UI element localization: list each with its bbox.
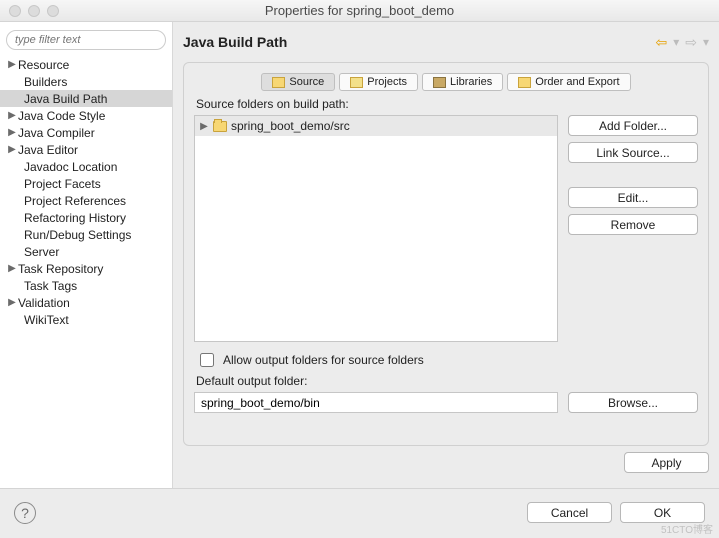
chevron-right-icon[interactable]: ▶ — [6, 297, 18, 308]
tree-item-label: Java Build Path — [24, 92, 107, 106]
tree-item[interactable]: ▶Java Editor — [0, 141, 172, 158]
add-folder-button[interactable]: Add Folder... — [568, 115, 698, 136]
package-folder-icon — [213, 121, 227, 132]
forward-menu-icon[interactable]: ▾ — [703, 35, 709, 49]
source-folder-icon — [272, 77, 285, 88]
source-folder-path: spring_boot_demo/src — [231, 119, 350, 133]
tree-item-label: Task Tags — [24, 279, 77, 293]
source-folders-label: Source folders on build path: — [196, 97, 696, 111]
tree-item-label: Server — [24, 245, 59, 259]
filter-input[interactable] — [6, 30, 166, 50]
tree-item-label: Project References — [24, 194, 126, 208]
allow-output-checkbox[interactable] — [200, 353, 214, 367]
tree-item-label: Java Editor — [18, 143, 78, 157]
close-icon[interactable] — [9, 5, 21, 17]
back-menu-icon[interactable]: ▾ — [673, 35, 679, 49]
cancel-button[interactable]: Cancel — [527, 502, 612, 523]
order-export-icon — [518, 77, 531, 88]
tab-bar: Source Projects Libraries Order and Expo… — [194, 73, 698, 91]
tree-item[interactable]: Builders — [0, 73, 172, 90]
tree-item[interactable]: ▶Java Compiler — [0, 124, 172, 141]
tree-item-label: Builders — [24, 75, 67, 89]
tree-item-label: Project Facets — [24, 177, 101, 191]
tree-item[interactable]: Refactoring History — [0, 209, 172, 226]
tree-item-label: Validation — [18, 296, 70, 310]
tab-order-export[interactable]: Order and Export — [507, 73, 630, 91]
window-title: Properties for spring_boot_demo — [0, 3, 719, 18]
browse-button[interactable]: Browse... — [568, 392, 698, 413]
tree-item[interactable]: WikiText — [0, 311, 172, 328]
minimize-icon[interactable] — [28, 5, 40, 17]
chevron-right-icon[interactable]: ▶ — [6, 144, 18, 155]
remove-button[interactable]: Remove — [568, 214, 698, 235]
ok-button[interactable]: OK — [620, 502, 705, 523]
tree-item-label: Run/Debug Settings — [24, 228, 131, 242]
tree-item[interactable]: ▶Java Code Style — [0, 107, 172, 124]
tree-item[interactable]: ▶Task Repository — [0, 260, 172, 277]
watermark: 51CTO博客 — [661, 521, 713, 536]
source-folders-list[interactable]: ▶ spring_boot_demo/src — [194, 115, 558, 342]
tree-item-label: Task Repository — [18, 262, 103, 276]
tree-item[interactable]: Run/Debug Settings — [0, 226, 172, 243]
link-source-button[interactable]: Link Source... — [568, 142, 698, 163]
tab-projects[interactable]: Projects — [339, 73, 418, 91]
source-folder-item[interactable]: ▶ spring_boot_demo/src — [195, 116, 557, 136]
tree-item[interactable]: Server — [0, 243, 172, 260]
chevron-right-icon[interactable]: ▶ — [6, 127, 18, 138]
nav-tree: ▶ResourceBuildersJava Build Path▶Java Co… — [0, 54, 172, 330]
tab-source[interactable]: Source — [261, 73, 335, 91]
titlebar: Properties for spring_boot_demo — [0, 0, 719, 22]
tree-item[interactable]: ▶Validation — [0, 294, 172, 311]
projects-icon — [350, 77, 363, 88]
tree-item[interactable]: ▶Resource — [0, 56, 172, 73]
tree-item-label: Refactoring History — [24, 211, 126, 225]
filter-field — [6, 30, 166, 50]
help-icon[interactable]: ? — [14, 502, 36, 524]
allow-output-label: Allow output folders for source folders — [223, 353, 424, 367]
chevron-right-icon[interactable]: ▶ — [6, 59, 18, 70]
page-title: Java Build Path — [183, 34, 655, 50]
expand-icon[interactable]: ▶ — [199, 121, 209, 132]
build-path-panel: Source Projects Libraries Order and Expo… — [183, 62, 709, 446]
tree-item[interactable]: Project References — [0, 192, 172, 209]
default-output-input[interactable] — [194, 392, 558, 413]
libraries-icon — [433, 77, 446, 88]
zoom-icon[interactable] — [47, 5, 59, 17]
window-controls — [9, 5, 59, 17]
tree-item-label: Resource — [18, 58, 69, 72]
sidebar: ▶ResourceBuildersJava Build Path▶Java Co… — [0, 22, 173, 488]
chevron-right-icon[interactable]: ▶ — [6, 263, 18, 274]
edit-button[interactable]: Edit... — [568, 187, 698, 208]
tree-item[interactable]: Javadoc Location — [0, 158, 172, 175]
tree-item-label: WikiText — [24, 313, 69, 327]
tree-item-label: Java Compiler — [18, 126, 95, 140]
back-icon[interactable]: ⇦ — [655, 34, 667, 51]
content-area: Java Build Path ⇦ ▾ ⇨ ▾ Source Projects Li… — [173, 22, 719, 488]
tree-item[interactable]: Task Tags — [0, 277, 172, 294]
tree-item[interactable]: Java Build Path — [0, 90, 172, 107]
tree-item[interactable]: Project Facets — [0, 175, 172, 192]
tree-item-label: Javadoc Location — [24, 160, 117, 174]
forward-icon: ⇨ — [685, 34, 697, 51]
dialog-footer: ? Cancel OK 51CTO博客 — [0, 488, 719, 536]
tab-libraries[interactable]: Libraries — [422, 73, 503, 91]
source-buttons: Add Folder... Link Source... Edit... Rem… — [568, 115, 698, 342]
default-output-label: Default output folder: — [196, 374, 696, 388]
chevron-right-icon[interactable]: ▶ — [6, 110, 18, 121]
tree-item-label: Java Code Style — [18, 109, 105, 123]
apply-button[interactable]: Apply — [624, 452, 709, 473]
nav-history: ⇦ ▾ ⇨ ▾ — [655, 34, 709, 51]
